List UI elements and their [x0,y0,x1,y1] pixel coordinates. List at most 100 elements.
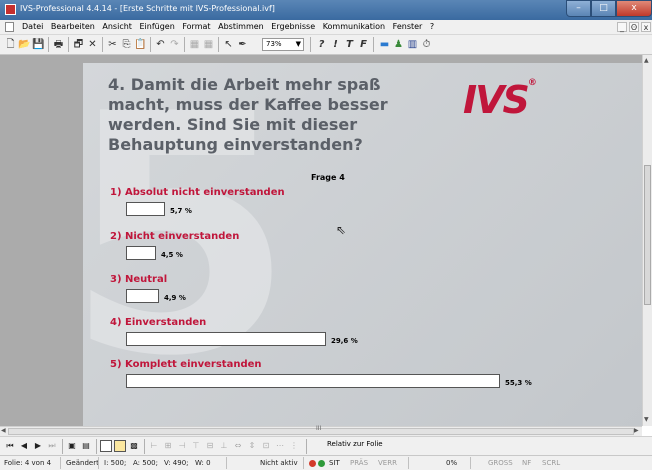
distribute-vertical-icon[interactable]: ⋮ [288,440,300,452]
status-separator [303,457,304,469]
document-icon[interactable] [5,22,14,32]
zoom-value: 73% [266,40,282,48]
slide-canvas[interactable]: 5 4. Damit die Arbeit mehr spaß macht, m… [83,63,642,426]
next-slide-icon[interactable]: ▶ [32,440,44,452]
align-left-icon[interactable]: ⊢ [148,440,160,452]
open-folder-icon[interactable]: 📂 [18,38,31,51]
cut-icon[interactable]: ✂ [106,38,119,51]
copy-icon[interactable]: ⎘ [120,38,133,51]
menu-ergebnisse[interactable]: Ergebnisse [271,22,315,31]
scroll-up-icon[interactable]: ▲ [644,57,649,64]
menu-ansicht[interactable]: Ansicht [102,22,132,31]
status-gross: GROSS [488,459,513,467]
slide-paste-icon[interactable]: ▦ [202,38,215,51]
align-right-icon[interactable]: ⊣ [176,440,188,452]
toolbar-separator [48,37,49,52]
bar[interactable] [126,202,165,216]
delete-icon[interactable]: ✕ [86,38,99,51]
previous-slide-icon[interactable]: ◀ [18,440,30,452]
category-label: 5) Komplett einverstanden [110,359,262,370]
status-v-count: V: 490; [164,459,189,467]
category-label: 2) Nicht einverstanden [110,231,240,242]
slide-view-icon[interactable]: ▣ [66,440,78,452]
paste-icon[interactable]: 📋 [134,38,147,51]
menu-einfuegen[interactable]: Einfügen [139,22,174,31]
menu-bearbeiten[interactable]: Bearbeiten [51,22,95,31]
mdi-minimize-button[interactable]: _ [617,22,627,32]
toolbar: 🗋 📂 💾 🖶 🗗 ✕ ✂ ⎘ 📋 ↶ ↷ ▦ ▦ ↖ ✒ 73% ▼ ? ! … [0,35,652,55]
people-icon[interactable]: ♟ [392,38,405,51]
align-middle-icon[interactable]: ⊟ [204,440,216,452]
new-document-icon[interactable]: 🗋 [4,38,17,51]
navbar-separator [96,439,97,454]
exclamation-tool-icon[interactable]: ! [329,38,342,51]
distribute-horizontal-icon[interactable]: ⋯ [274,440,286,452]
relative-to-slide-button[interactable]: Relativ zur Folie [327,440,383,448]
zoom-select[interactable]: 73% ▼ [262,38,304,51]
yellow-slide-icon[interactable] [114,440,126,452]
menu-abstimmen[interactable]: Abstimmen [218,22,264,31]
scroll-right-icon[interactable]: ▶ [634,427,639,434]
maximize-button[interactable]: □ [591,0,616,17]
layout-icon[interactable]: ▬ [378,38,391,51]
print-icon[interactable]: 🖶 [52,38,65,51]
data-label: 4,5 % [161,251,183,259]
same-size-icon[interactable]: ⊡ [260,440,272,452]
category-label: 1) Absolut nicht einverstanden [110,187,285,198]
bar[interactable] [126,246,156,260]
last-slide-icon[interactable]: ⏭ [46,440,58,452]
window-title: IVS-Professional 4.4.14 - [Erste Schritt… [20,4,275,13]
align-top-icon[interactable]: ⊤ [190,440,202,452]
chart-icon[interactable]: ▥ [406,38,419,51]
redo-icon[interactable]: ↷ [168,38,181,51]
properties-icon[interactable]: 🗗 [72,38,85,51]
question-tool-icon[interactable]: ? [315,38,328,51]
scroll-left-icon[interactable]: ◀ [1,427,6,434]
data-label: 4,9 % [164,294,186,302]
status-nf: NF [522,459,532,467]
chevron-down-icon: ▼ [295,40,301,48]
status-slide: Folie: 4 von 4 [4,459,52,467]
menu-help[interactable]: ? [430,22,434,31]
bar[interactable] [126,289,159,303]
bar[interactable] [126,374,500,388]
chart-title: Frage 4 [311,173,345,182]
horizontal-scrollbar[interactable]: ◀ III ▶ [0,425,642,436]
close-button[interactable]: x [616,0,652,17]
same-width-icon[interactable]: ⇔ [232,440,244,452]
status-separator [98,457,99,469]
mdi-close-button[interactable]: x [641,22,651,32]
vertical-scrollbar[interactable]: ▲ ▼ [642,55,652,426]
mdi-restore-button[interactable]: ʘ [629,22,639,32]
text-tool-icon[interactable]: T [343,38,356,51]
menu-datei[interactable]: Datei [22,22,43,31]
blank-slide-icon[interactable] [100,440,112,452]
minimize-button[interactable]: – [566,0,591,17]
vertical-scroll-thumb[interactable] [644,165,651,305]
outline-view-icon[interactable]: ▤ [80,440,92,452]
form-tool-icon[interactable]: F [357,38,370,51]
data-label: 55,3 % [505,379,532,387]
menu-fenster[interactable]: Fenster [393,22,423,31]
pen-icon[interactable]: ✒ [236,38,249,51]
navbar-separator [62,439,63,454]
slide-sorter-icon[interactable]: ▩ [128,440,140,452]
timer-icon[interactable]: ⏱ [420,38,433,51]
bar[interactable] [126,332,326,346]
same-height-icon[interactable]: ⇕ [246,440,258,452]
status-bar: Folie: 4 von 4 Geändert I: 500; A: 500; … [0,455,652,470]
slide-copy-icon[interactable]: ▦ [188,38,201,51]
menu-format[interactable]: Format [182,22,210,31]
status-scrl: SCRL [542,459,561,467]
scroll-down-icon[interactable]: ▼ [644,416,649,423]
align-center-icon[interactable]: ⊞ [162,440,174,452]
app-icon[interactable] [5,4,16,15]
save-icon[interactable]: 💾 [32,38,45,51]
align-bottom-icon[interactable]: ⊥ [218,440,230,452]
undo-icon[interactable]: ↶ [154,38,167,51]
first-slide-icon[interactable]: ⏮ [4,440,16,452]
select-pointer-icon[interactable]: ↖ [222,38,235,51]
category-label: 4) Einverstanden [110,317,207,328]
menu-kommunikation[interactable]: Kommunikation [323,22,385,31]
scroll-grip-icon: III [316,425,322,432]
